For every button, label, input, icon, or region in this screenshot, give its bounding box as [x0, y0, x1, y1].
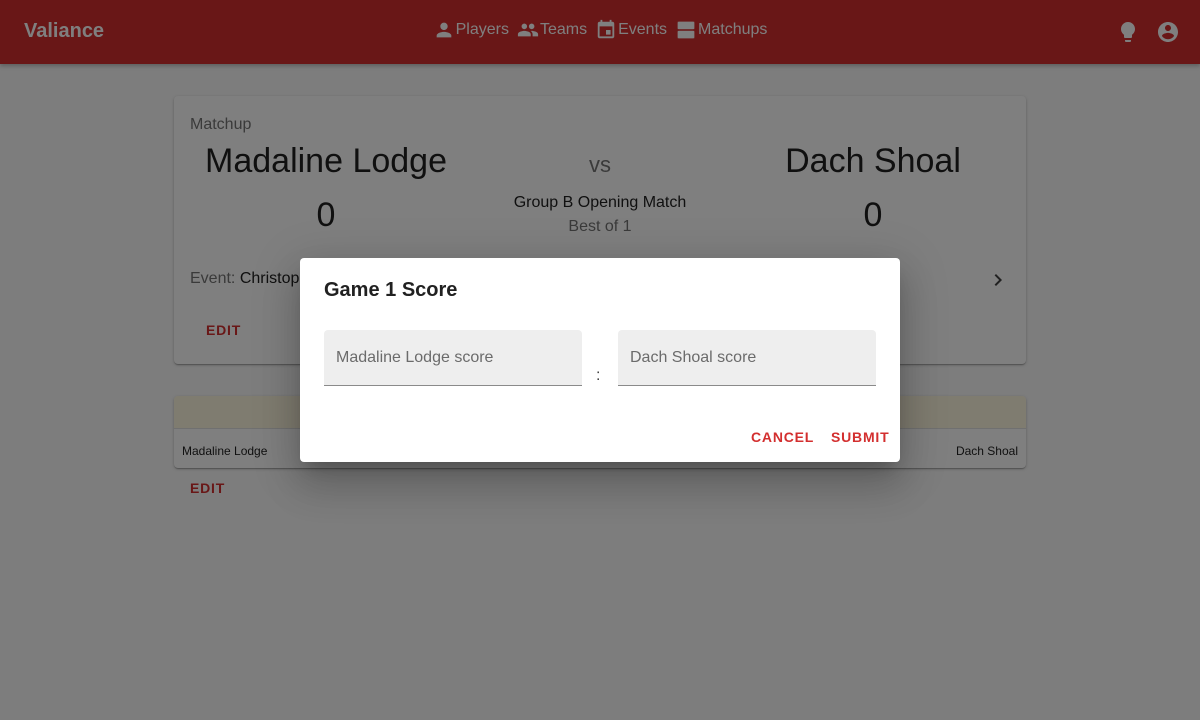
- team-a-score-field[interactable]: Madaline Lodge score: [324, 330, 582, 386]
- submit-button[interactable]: SUBMIT: [831, 429, 889, 445]
- score-dialog: Game 1 Score Madaline Lodge score : Dach…: [300, 258, 900, 462]
- team-b-score-field[interactable]: Dach Shoal score: [618, 330, 876, 386]
- score-separator: :: [596, 367, 601, 384]
- team-a-score-input[interactable]: [324, 330, 582, 385]
- team-b-score-input[interactable]: [618, 330, 876, 385]
- dialog-title: Game 1 Score: [324, 279, 458, 301]
- cancel-button[interactable]: CANCEL: [751, 429, 814, 445]
